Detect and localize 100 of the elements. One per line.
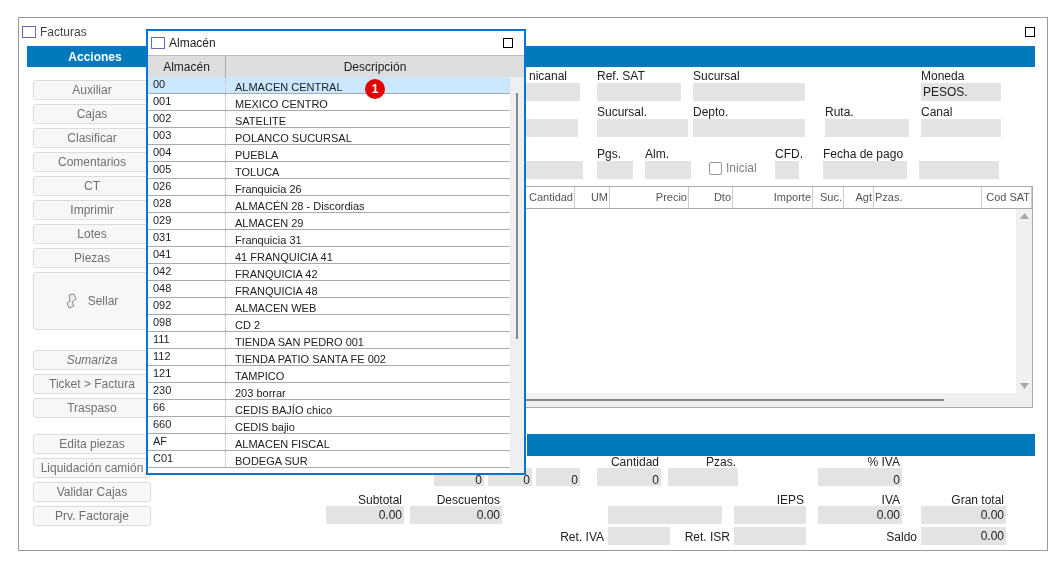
input-field[interactable]: 0.00 [818,506,902,524]
field-label: Ret. IVA [560,529,604,546]
section-title: Acciones [67,48,123,66]
column-header[interactable]: Pzas. [874,187,982,208]
column-header[interactable]: Descripción [226,56,524,77]
input-field[interactable] [645,161,691,179]
warehouse-row[interactable]: 121 TAMPICO [148,366,510,383]
input-field[interactable]: 0.00 [921,527,1006,545]
table-cell: 004 [148,145,226,161]
warehouse-row[interactable]: 042 FRANQUICIA 42 [148,264,510,281]
table-cell-text: FRANQUICIA 42 [235,267,318,280]
input-field[interactable]: 0.00 [326,506,404,524]
table-cell: 098 [148,315,226,331]
column-header[interactable]: Suc. [813,187,844,208]
warehouse-row[interactable]: 098 CD 2 [148,315,510,332]
warehouse-row[interactable]: 230 203 borrar [148,383,510,400]
scroll-up-icon[interactable] [1019,213,1029,219]
table-cell-text: TIENDA SAN PEDRO 001 [235,335,364,348]
warehouse-row[interactable]: 001 MEXICO CENTRO [148,94,510,111]
input-field[interactable] [597,119,688,137]
table-cell: 048 [148,281,226,297]
input-field[interactable] [921,119,1001,137]
input-field[interactable]: 0.00 [410,506,502,524]
input-field[interactable]: 0 [536,468,580,486]
table-cell-text: ALMACEN CENTRAL [235,80,343,93]
table-cell-text: PUEBLA [235,148,279,161]
table-cell-text: 203 borrar [235,386,286,399]
table-cell-text: POLANCO SUCURSAL [235,131,352,144]
action-button[interactable]: Liquidación camión [33,458,151,478]
table-cell-text: CEDIS BAJÍO chico [235,403,333,416]
field-label: Ref. SAT [597,69,646,83]
column-header[interactable]: Importe [733,187,813,208]
column-header[interactable]: Precio [610,187,689,208]
warehouse-row[interactable]: 66 CEDIS BAJÍO chico [148,400,510,417]
input-field[interactable] [734,506,806,524]
field-label: Sucursal. [597,105,649,119]
table-cell: 001 [148,94,226,110]
table-cell: 028 [148,196,226,212]
table-cell: 00 [148,77,226,93]
warehouse-row[interactable]: 111 TIENDA SAN PEDRO 001 [148,332,510,349]
warehouse-row[interactable]: 004 PUEBLA [148,145,510,162]
column-header[interactable]: Dto [689,187,733,208]
warehouse-row[interactable]: 092 ALMACEN WEB [148,298,510,315]
input-field[interactable]: 0 [597,468,661,486]
input-field[interactable]: 0 [818,468,902,486]
input-field[interactable] [693,83,805,101]
input-field[interactable] [668,468,738,486]
field-label: Ret. ISR [684,529,730,546]
input-field[interactable] [693,119,805,137]
action-button[interactable]: Validar Cajas [33,482,151,502]
input-field[interactable] [734,527,806,545]
warehouse-row[interactable]: 003 POLANCO SUCURSAL [148,128,510,145]
field-label: nicanal [528,69,569,83]
input-field[interactable] [919,161,999,179]
table-cell: 111 [148,332,226,348]
warehouse-row[interactable]: 041 41 FRANQUICIA 41 [148,247,510,264]
table-cell: 041 [148,247,226,263]
field-label: Ruta. [825,105,855,119]
warehouse-row[interactable]: 029 ALMACEN 29 [148,213,510,230]
input-field[interactable] [775,161,799,179]
maximize-icon[interactable] [503,38,513,48]
field-label: % IVA [866,456,901,468]
scroll-down-icon[interactable] [1019,383,1029,389]
warehouse-row[interactable]: 002 SATELITE [148,111,510,128]
field-label: Gran total [950,494,1005,506]
table-cell-text: SATELITE [235,114,287,127]
table-cell-text: Franquicia 31 [235,233,302,246]
inicial-checkbox[interactable]: Inicial [709,159,757,179]
horizontal-scrollbar[interactable] [524,393,1032,407]
warehouse-row[interactable]: AF ALMACEN FISCAL [148,434,510,451]
scrollbar[interactable] [510,77,524,473]
input-field[interactable] [825,119,909,137]
warehouse-row[interactable]: C01 BODEGA SUR [148,451,510,468]
table-cell-text: ALMACEN 29 [235,216,304,229]
column-header[interactable]: Agt [844,187,874,208]
input-field[interactable]: PESOS. [921,83,1001,101]
input-field[interactable]: 0.00 [921,506,1006,524]
warehouse-row[interactable]: 660 CEDIS bajio [148,417,510,434]
input-field[interactable] [608,527,670,545]
warehouse-row[interactable]: 031 Franquicia 31 [148,230,510,247]
warehouse-row[interactable]: 048 FRANQUICIA 48 [148,281,510,298]
checkbox-icon [709,161,722,175]
warehouse-row[interactable]: 112 TIENDA PATIO SANTA FE 002 [148,349,510,366]
warehouse-row[interactable]: 026 Franquicia 26 [148,179,510,196]
column-header[interactable]: UM [575,187,610,208]
maximize-icon[interactable] [1025,27,1035,37]
warehouse-row[interactable]: 005 TOLUCA [148,162,510,179]
input-field[interactable] [608,506,722,524]
dialog-title: Almacén [169,35,216,52]
table-cell-text: BODEGA SUR [235,454,308,467]
input-field[interactable] [823,161,907,179]
table-cell: 002 [148,111,226,127]
vertical-scrollbar[interactable] [1016,209,1032,393]
table-cell: 042 [148,264,226,280]
action-button[interactable]: Prv. Factoraje [33,506,151,526]
table-cell-text: MEXICO CENTRO [235,97,328,110]
input-field[interactable] [597,83,681,101]
input-field[interactable] [597,161,633,179]
warehouse-row[interactable]: 028 ALMACÉN 28 - Discordias [148,196,510,213]
column-header[interactable]: Cod SAT [982,187,1032,208]
